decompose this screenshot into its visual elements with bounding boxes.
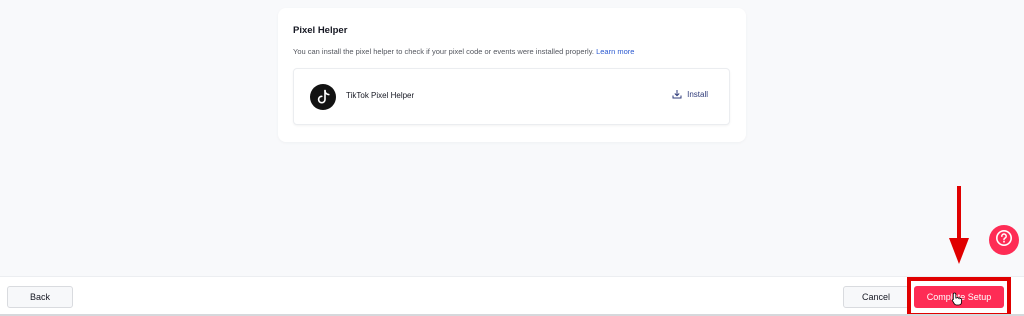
back-button[interactable]: Back <box>7 286 73 308</box>
helper-name: TikTok Pixel Helper <box>346 91 415 100</box>
annotation-arrow-icon <box>949 186 969 264</box>
tiktok-logo-icon <box>310 84 336 110</box>
question-circle-icon <box>995 229 1013 252</box>
cancel-button[interactable]: Cancel <box>843 286 909 308</box>
pixel-helper-card: Pixel Helper You can install the pixel h… <box>278 8 746 142</box>
install-button[interactable]: Install <box>672 89 708 99</box>
card-title: Pixel Helper <box>293 25 348 36</box>
help-button[interactable] <box>989 225 1019 255</box>
footer-bar: Back Cancel Complete Setup <box>0 276 1024 316</box>
hand-cursor-icon <box>951 292 962 306</box>
download-icon <box>672 89 682 99</box>
install-label: Install <box>687 89 708 99</box>
description-text: You can install the pixel helper to chec… <box>293 47 594 56</box>
pixel-helper-row: TikTok Pixel Helper Install <box>293 68 730 125</box>
learn-more-link[interactable]: Learn more <box>596 47 634 56</box>
setup-page: Pixel Helper You can install the pixel h… <box>0 0 1024 316</box>
card-description: You can install the pixel helper to chec… <box>293 47 634 56</box>
